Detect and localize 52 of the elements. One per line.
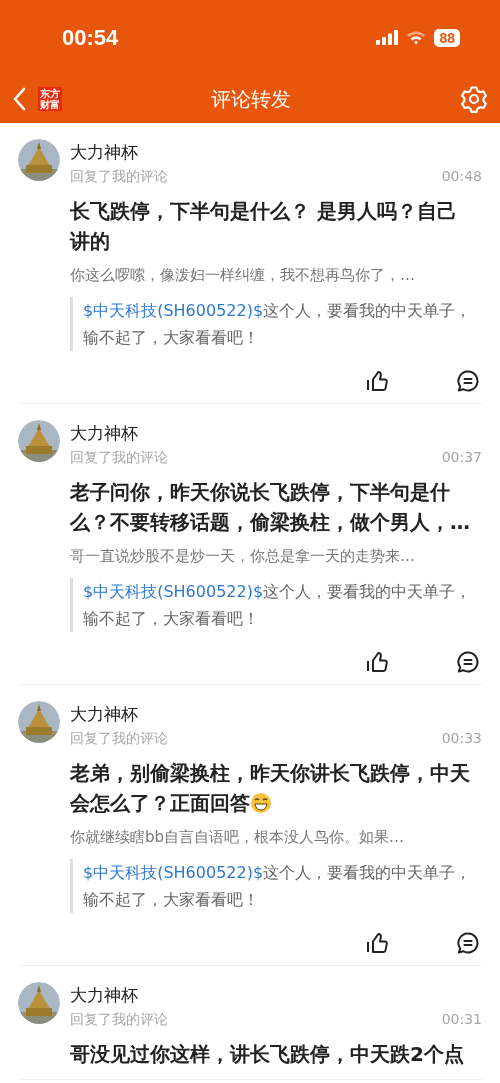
wifi-icon <box>406 30 427 45</box>
stock-link[interactable]: $中天科技(SH600522)$ <box>83 582 264 601</box>
like-button[interactable] <box>366 369 390 393</box>
settings-icon <box>460 85 488 113</box>
avatar[interactable] <box>18 982 60 1024</box>
comment-time: 00:48 <box>441 168 482 186</box>
reply-text: 你就继续瞎bb自言自语吧，根本没人鸟你。如果… <box>70 828 406 847</box>
author-name[interactable]: 大力神杯 <box>70 141 482 164</box>
reply-button[interactable] <box>456 650 480 674</box>
status-time: 00:54 <box>62 24 119 51</box>
like-button[interactable] <box>366 931 390 955</box>
quoted-post[interactable]: $中天科技(SH600522)$这个人，要看我的中天单子，输不起了，大家看看吧！ <box>70 859 482 913</box>
action-label: 回复了我的评论 <box>70 449 168 467</box>
stock-link[interactable]: $中天科技(SH600522)$ <box>83 301 264 320</box>
action-label: 回复了我的评论 <box>70 730 168 748</box>
reply-text: 你这么啰嗦，像泼妇一样纠缠，我不想再鸟你了，… <box>70 266 416 285</box>
quoted-post[interactable]: $中天科技(SH600522)$这个人，要看我的中天单子，输不起了，大家看看吧！ <box>70 578 482 632</box>
comment-time: 00:33 <box>441 730 482 748</box>
thumbs-up-icon <box>366 931 390 955</box>
back-button[interactable] <box>12 87 26 111</box>
page-title: 评论转发 <box>210 85 292 113</box>
logo-text: 财富 <box>40 99 60 110</box>
signal-icon <box>376 30 399 45</box>
comment-icon <box>456 650 480 674</box>
reply-button[interactable] <box>456 369 480 393</box>
comment-icon <box>456 369 480 393</box>
comment-icon <box>456 931 480 955</box>
thumbs-up-icon <box>366 650 390 674</box>
action-label: 回复了我的评论 <box>70 1011 168 1029</box>
comment-time: 00:31 <box>441 1011 482 1029</box>
action-label: 回复了我的评论 <box>70 168 168 186</box>
battery-indicator: 88 <box>434 28 460 47</box>
author-name[interactable]: 大力神杯 <box>70 703 482 726</box>
comment-text: 老子问你，昨天你说长飞跌停，下半句是什么？不要转移话题，偷梁换柱，做个男人，… <box>70 480 470 534</box>
avatar[interactable] <box>18 139 60 181</box>
settings-button[interactable] <box>460 85 488 113</box>
author-name[interactable]: 大力神杯 <box>70 984 482 1007</box>
logo-text: 东方 <box>40 88 60 99</box>
like-button[interactable] <box>366 650 390 674</box>
back-icon <box>12 87 26 111</box>
avatar[interactable] <box>18 420 60 462</box>
avatar[interactable] <box>18 701 60 743</box>
comment-text: 长飞跌停，下半句是什么？ 是男人吗？自己讲的 <box>70 199 457 253</box>
thumbs-up-icon <box>366 369 390 393</box>
comment-text: 哥没见过你这样，讲长飞跌停，中天跌2个点 <box>70 1042 464 1066</box>
comment-time: 00:37 <box>441 449 482 467</box>
quoted-post[interactable]: $中天科技(SH600522)$这个人，要看我的中天单子，输不起了，大家看看吧！ <box>70 297 482 351</box>
author-name[interactable]: 大力神杯 <box>70 422 482 445</box>
comment-text: 老弟，别偷梁换柱，昨天你讲长飞跌停，中天会怎么了？正面回答 <box>70 761 470 815</box>
reply-button[interactable] <box>456 931 480 955</box>
stock-link[interactable]: $中天科技(SH600522)$ <box>83 863 264 882</box>
reply-text: 哥一直说炒股不是炒一天，你总是拿一天的走势来… <box>70 547 416 566</box>
